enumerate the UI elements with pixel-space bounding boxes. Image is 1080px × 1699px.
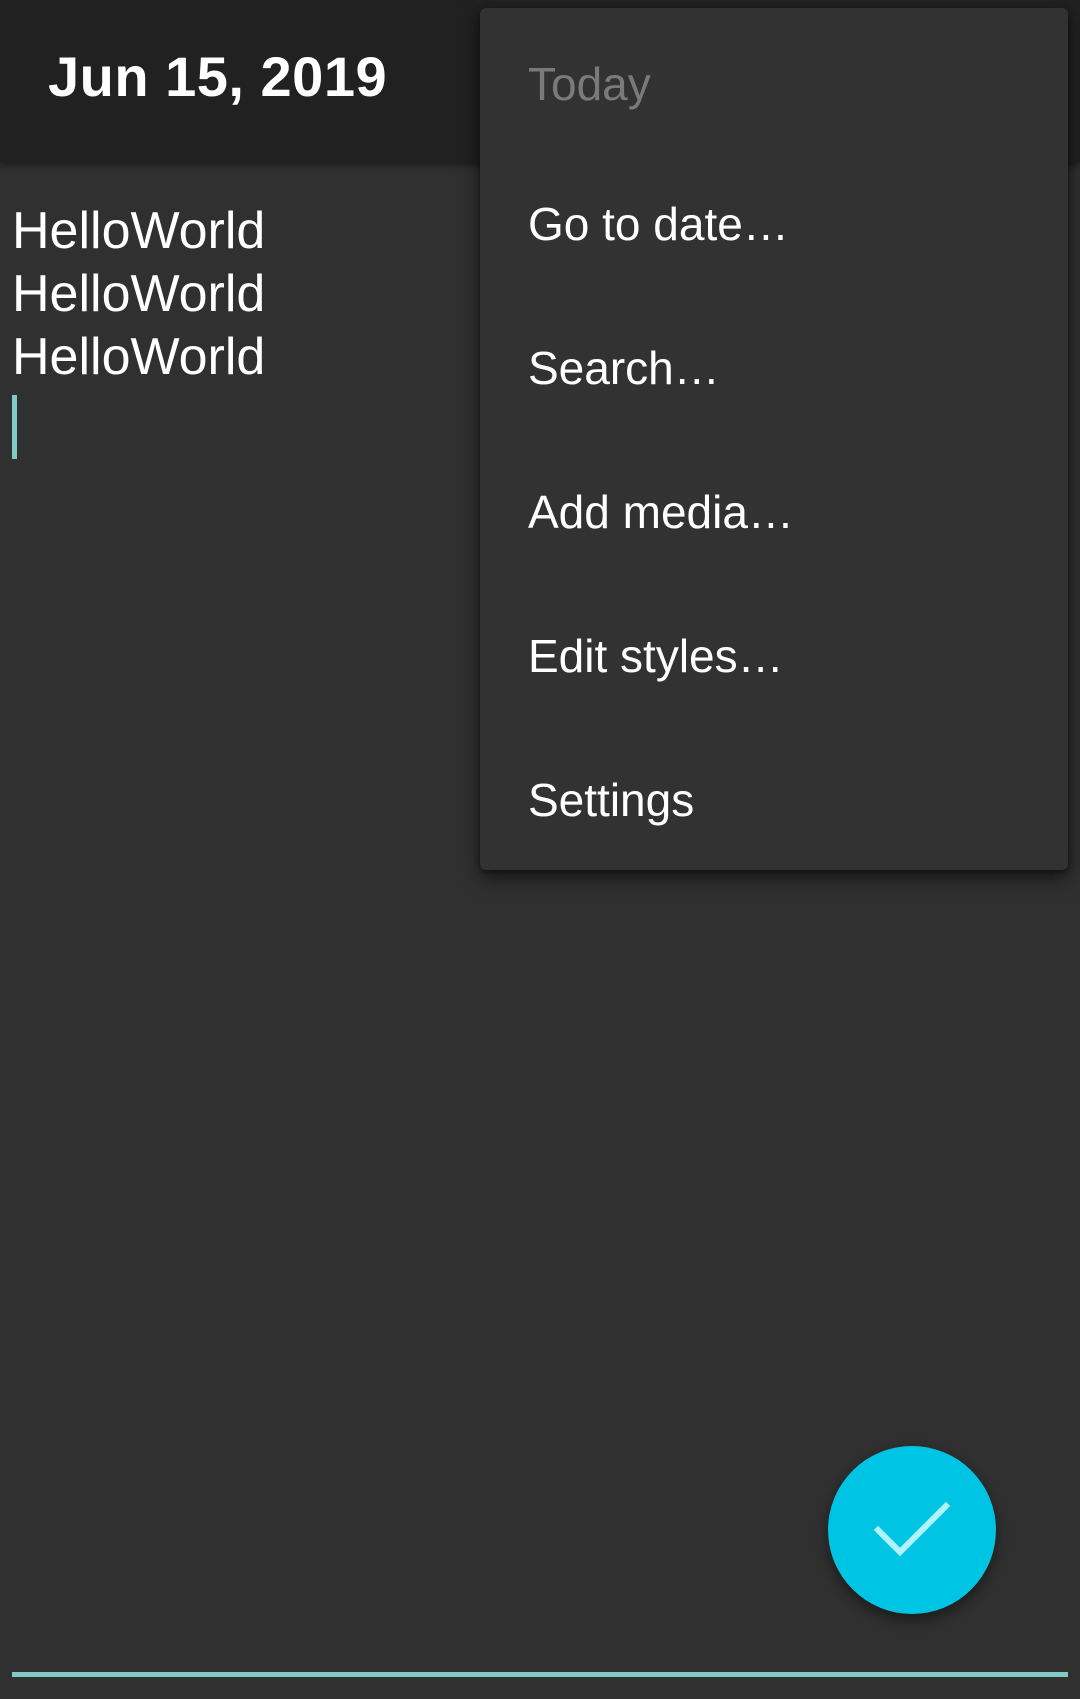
check-icon	[872, 1500, 952, 1560]
text-cursor	[12, 395, 17, 459]
save-fab-button[interactable]	[828, 1446, 996, 1614]
menu-item-go-to-date[interactable]: Go to date…	[480, 152, 1068, 296]
menu-item-settings[interactable]: Settings	[480, 728, 1068, 872]
menu-item-search[interactable]: Search…	[480, 296, 1068, 440]
menu-item-today: Today	[528, 58, 651, 110]
overflow-menu: Today Go to date… Search… Add media… Edi…	[480, 8, 1068, 870]
screen: Jun 15, 2019 HelloWorld HelloWorld Hello…	[0, 0, 1080, 1699]
menu-item-add-media[interactable]: Add media…	[480, 440, 1068, 584]
menu-item-edit-styles[interactable]: Edit styles…	[480, 584, 1068, 728]
toolbar-title: Jun 15, 2019	[48, 45, 388, 108]
editor-underline	[12, 1672, 1068, 1677]
